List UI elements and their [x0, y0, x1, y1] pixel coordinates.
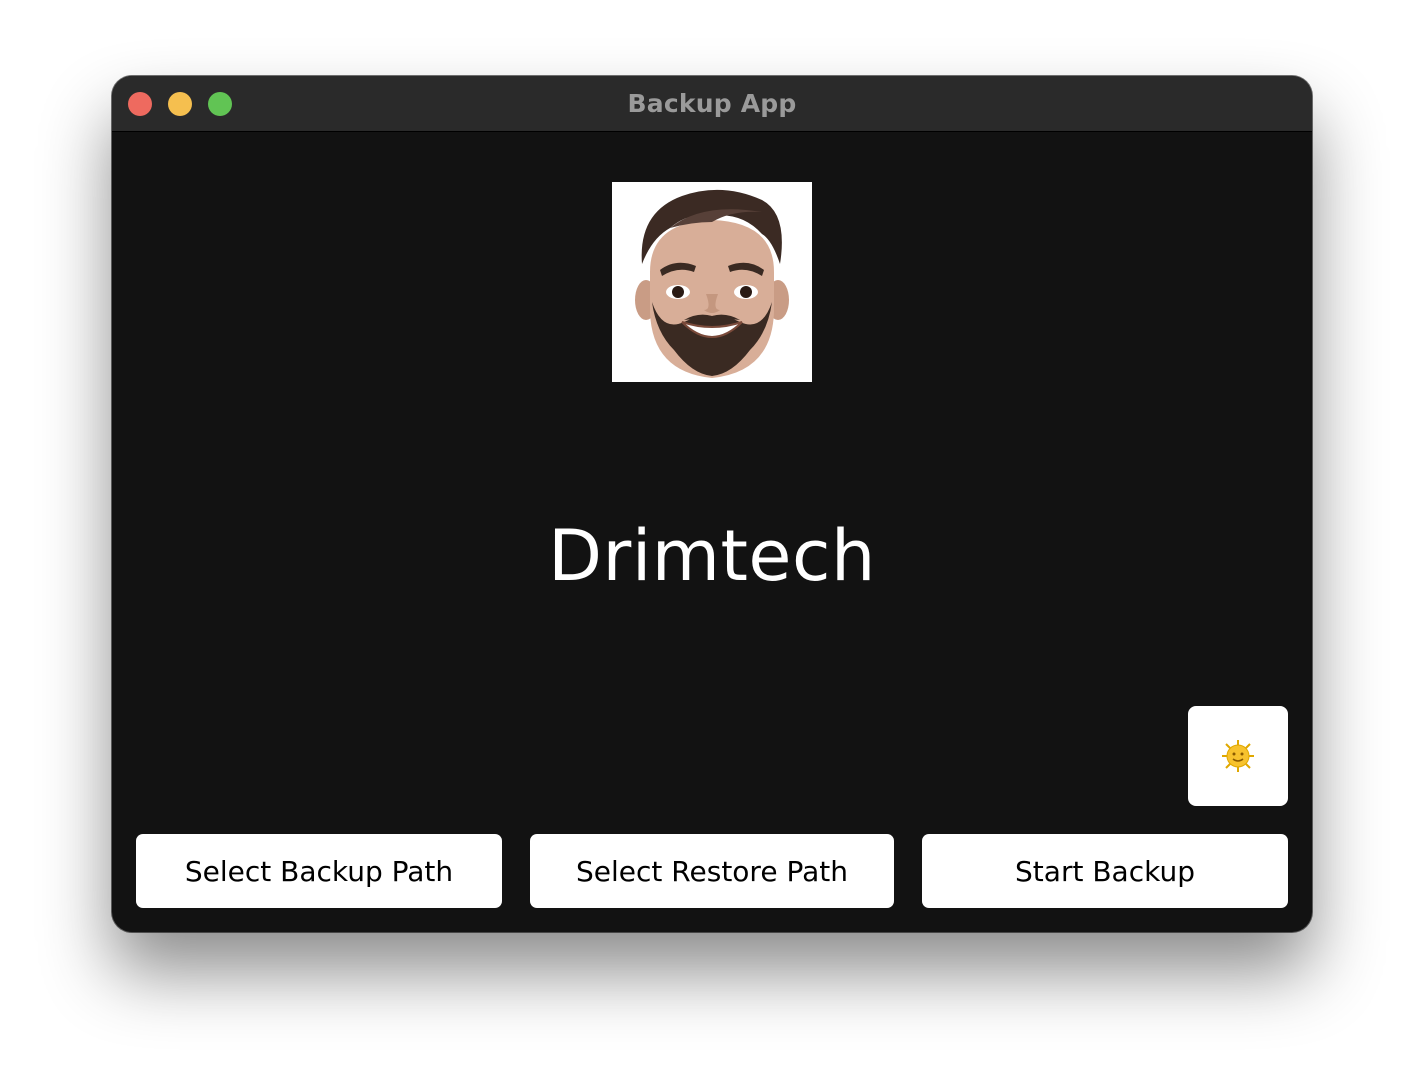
brand-title: Drimtech: [548, 515, 876, 597]
window-title: Backup App: [627, 89, 797, 118]
app-window: Backup App Drimtech Select Backup Path S…: [112, 76, 1312, 932]
start-backup-button[interactable]: Start Backup: [922, 834, 1288, 908]
title-bar[interactable]: Backup App: [112, 76, 1312, 132]
sun-icon: [1222, 740, 1254, 772]
memoji-avatar-icon: [635, 189, 789, 378]
avatar: [612, 182, 812, 382]
select-restore-path-button[interactable]: Select Restore Path: [530, 834, 894, 908]
theme-toggle-button[interactable]: [1188, 706, 1288, 806]
select-backup-path-button[interactable]: Select Backup Path: [136, 834, 502, 908]
